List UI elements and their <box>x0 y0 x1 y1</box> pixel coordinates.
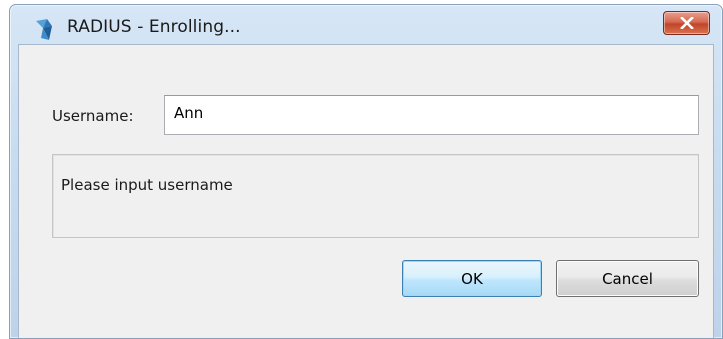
username-input[interactable] <box>164 95 699 135</box>
close-button[interactable] <box>663 11 710 35</box>
radius-app-icon <box>33 16 59 42</box>
dialog-window: RADIUS - Enrolling... Username: Please i… <box>9 4 723 339</box>
cancel-button[interactable]: Cancel <box>556 260 699 297</box>
title-bar[interactable]: RADIUS - Enrolling... <box>10 5 722 45</box>
window-title: RADIUS - Enrolling... <box>67 17 241 37</box>
message-box: Please input username <box>52 154 699 238</box>
username-label: Username: <box>52 107 134 125</box>
dialog-body: Username: Please input username OK Cance… <box>18 44 714 338</box>
status-message: Please input username <box>61 176 233 194</box>
close-x-icon <box>679 14 694 33</box>
ok-button[interactable]: OK <box>402 260 542 297</box>
